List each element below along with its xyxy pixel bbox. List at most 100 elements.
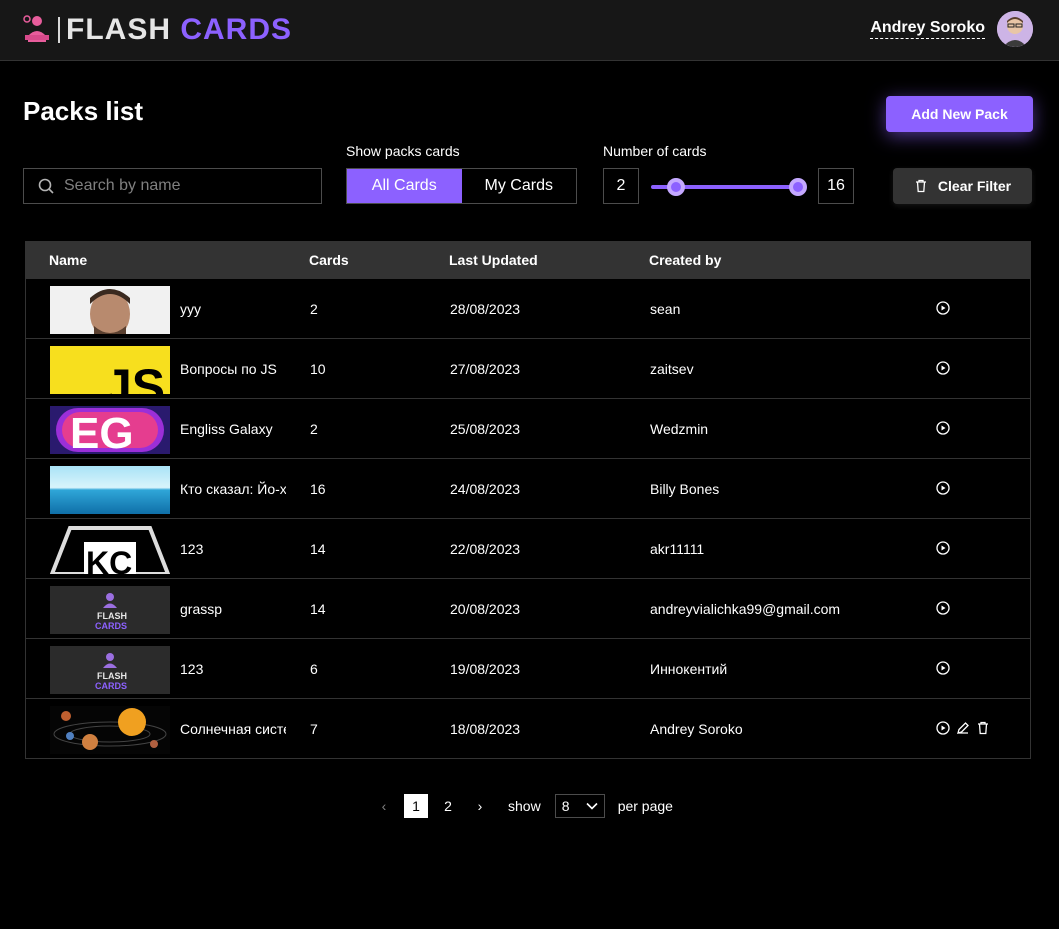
pack-cover-image — [50, 706, 170, 754]
avatar-image — [997, 11, 1033, 47]
prev-page-icon[interactable]: ‹ — [372, 794, 396, 818]
pack-author: Иннокентий — [650, 661, 728, 677]
column-created-by[interactable]: Created by — [649, 252, 721, 268]
pack-author: andreyvialichka99@gmail.com — [650, 601, 841, 617]
row-actions — [936, 421, 950, 435]
pack-name[interactable]: 123 — [180, 541, 286, 557]
pack-name[interactable]: Engliss Galaxy — [180, 421, 286, 437]
table-row[interactable]: Солнечная систе 7 18/08/2023 Andrey Soro… — [26, 698, 1030, 758]
pack-updated: 27/08/2023 — [450, 361, 521, 377]
row-actions — [936, 661, 950, 675]
number-of-cards-label: Number of cards — [603, 143, 707, 159]
row-actions — [936, 601, 950, 615]
pack-name[interactable]: Кто сказал: Йо-х — [180, 481, 286, 497]
per-page-value: 8 — [561, 798, 570, 814]
pack-updated: 20/08/2023 — [450, 601, 521, 617]
table-header: Name Cards Last Updated Created by — [26, 242, 1030, 278]
play-icon[interactable] — [936, 541, 950, 555]
pack-name[interactable]: grassp — [180, 601, 286, 617]
table-row[interactable]: KC 123 14 22/08/2023 akr11111 — [26, 518, 1030, 578]
svg-text:FLASH: FLASH — [97, 611, 127, 621]
table-row[interactable]: JS Вопросы по JS 10 27/08/2023 zaitsev — [26, 338, 1030, 398]
table-row[interactable]: FLASH CARDS grassp 14 20/08/2023 andreyv… — [26, 578, 1030, 638]
pack-updated: 24/08/2023 — [450, 481, 521, 497]
play-icon[interactable] — [936, 481, 950, 495]
per-page-label: per page — [617, 798, 673, 814]
logo-cards: CARDS — [180, 13, 293, 46]
add-new-pack-button[interactable]: Add New Pack — [886, 96, 1033, 132]
column-last-updated[interactable]: Last Updated — [449, 252, 538, 268]
show-packs-label: Show packs cards — [346, 143, 460, 159]
logo-separator — [58, 17, 60, 43]
page-1-button[interactable]: 1 — [404, 794, 428, 818]
pack-author: Billy Bones — [650, 481, 720, 497]
pack-updated: 28/08/2023 — [450, 301, 521, 317]
clear-filter-button[interactable]: Clear Filter — [893, 168, 1032, 204]
table-row[interactable]: FLASH CARDS 123 6 19/08/2023 Иннокентий — [26, 638, 1030, 698]
row-actions — [936, 361, 950, 375]
pack-cards: 14 — [310, 601, 326, 617]
search-input[interactable] — [64, 177, 304, 195]
column-name[interactable]: Name — [49, 252, 87, 268]
table-row[interactable]: yyy 2 28/08/2023 sean — [26, 278, 1030, 338]
play-icon[interactable] — [936, 721, 950, 735]
pack-updated: 19/08/2023 — [450, 661, 521, 677]
pack-author: zaitsev — [650, 361, 694, 377]
pack-cover-image — [50, 286, 170, 334]
pack-author: Andrey Soroko — [650, 721, 743, 737]
pack-name[interactable]: Вопросы по JS — [180, 361, 286, 377]
pack-cards: 16 — [310, 481, 326, 497]
pack-cover-image: EG — [50, 406, 170, 454]
pack-cover-image: FLASH CARDS — [50, 586, 170, 634]
logo-flash: FLASH — [66, 13, 171, 46]
user-name[interactable]: Andrey Soroko — [870, 19, 985, 39]
svg-text:JS: JS — [104, 359, 165, 394]
chevron-down-icon — [586, 802, 598, 810]
play-icon[interactable] — [936, 361, 950, 375]
pack-cards: 10 — [310, 361, 326, 377]
pack-name[interactable]: Солнечная систе — [180, 721, 286, 737]
svg-text:FLASH: FLASH — [97, 671, 127, 681]
logo-text: FLASH CARDS — [66, 13, 292, 47]
svg-text:CARDS: CARDS — [95, 621, 127, 631]
next-page-icon[interactable]: › — [468, 794, 492, 818]
show-packs-toggle: All Cards My Cards — [346, 168, 577, 204]
play-icon[interactable] — [936, 661, 950, 675]
pack-cards: 6 — [310, 661, 318, 677]
pack-author: sean — [650, 301, 681, 317]
table-row[interactable]: EG Engliss Galaxy 2 25/08/2023 Wedzmin — [26, 398, 1030, 458]
pack-cover-image: JS — [50, 346, 170, 394]
row-actions — [936, 481, 950, 495]
svg-text:CARDS: CARDS — [95, 681, 127, 691]
all-cards-tab[interactable]: All Cards — [347, 169, 462, 203]
packs-table: Name Cards Last Updated Created by yyy 2… — [25, 241, 1031, 759]
trash-icon[interactable] — [976, 721, 990, 735]
my-cards-tab[interactable]: My Cards — [461, 169, 576, 203]
search-box[interactable] — [23, 168, 322, 204]
pack-updated: 22/08/2023 — [450, 541, 521, 557]
pack-updated: 18/08/2023 — [450, 721, 521, 737]
page-2-button[interactable]: 2 — [436, 794, 460, 818]
app-logo[interactable]: FLASH CARDS — [22, 12, 292, 48]
clear-filter-label: Clear Filter — [937, 178, 1012, 194]
play-icon[interactable] — [936, 301, 950, 315]
column-cards[interactable]: Cards — [309, 252, 349, 268]
search-icon — [38, 178, 54, 194]
pack-cards: 7 — [310, 721, 318, 737]
row-actions — [936, 301, 950, 315]
edit-icon[interactable] — [956, 721, 970, 735]
user-menu[interactable]: Andrey Soroko — [870, 11, 1033, 47]
pack-updated: 25/08/2023 — [450, 421, 521, 437]
table-row[interactable]: Кто сказал: Йо-х 16 24/08/2023 Billy Bon… — [26, 458, 1030, 518]
slider-max-handle[interactable] — [789, 178, 807, 196]
trash-icon — [915, 179, 926, 193]
avatar[interactable] — [997, 11, 1033, 47]
play-icon[interactable] — [936, 421, 950, 435]
slider-min-handle[interactable] — [667, 178, 685, 196]
per-page-select[interactable]: 8 — [554, 794, 605, 818]
pack-name[interactable]: yyy — [180, 301, 286, 317]
pack-cover-image — [50, 466, 170, 514]
play-icon[interactable] — [936, 601, 950, 615]
pack-name[interactable]: 123 — [180, 661, 286, 677]
pack-author: akr11111 — [650, 541, 705, 557]
